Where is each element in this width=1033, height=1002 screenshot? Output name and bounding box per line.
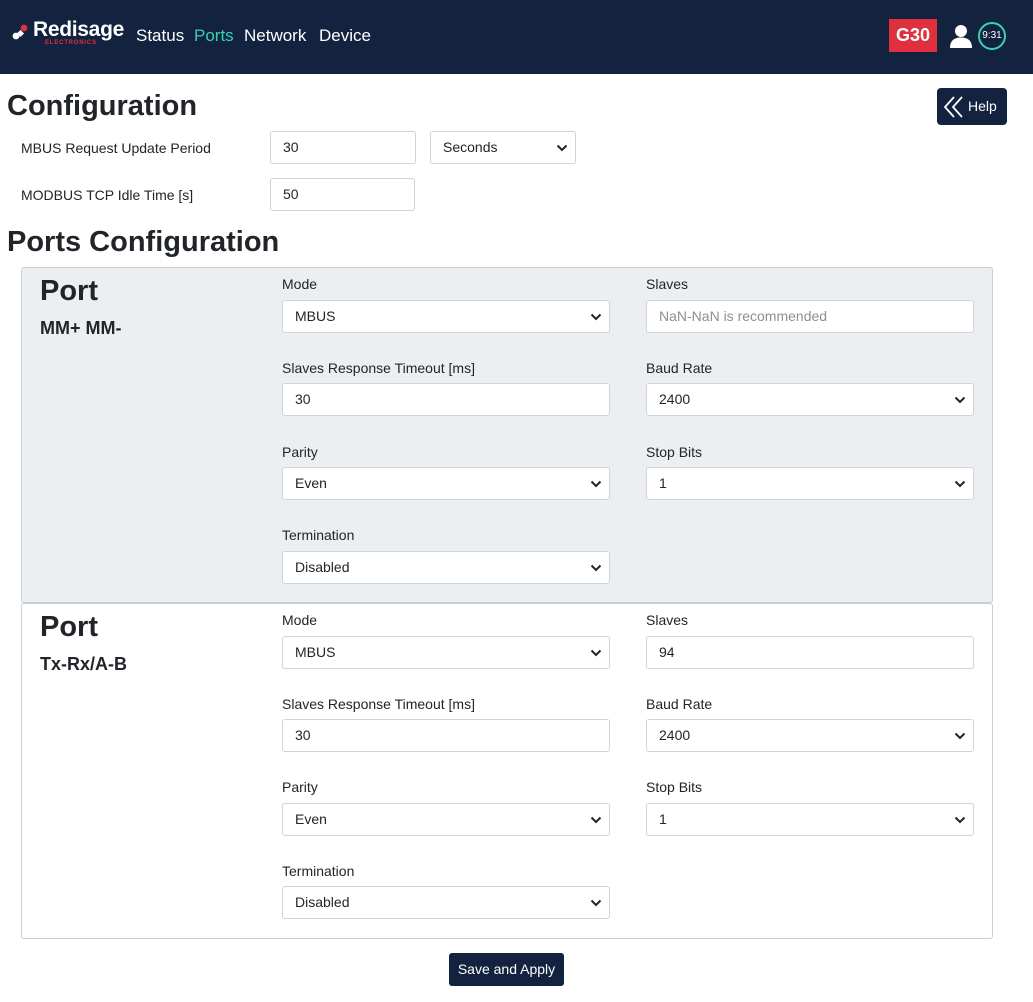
- stop-bits-value: 1: [659, 475, 667, 491]
- stop-bits-value: 1: [659, 811, 667, 827]
- port-title: Port: [40, 611, 98, 643]
- parity-label: Parity: [282, 444, 318, 460]
- termination-label: Termination: [282, 863, 355, 879]
- brand-logo-icon: [12, 24, 28, 40]
- baud-rate-label: Baud Rate: [646, 696, 713, 712]
- chevron-down-icon: [590, 816, 602, 824]
- mbus-period-unit-value: Seconds: [443, 139, 498, 155]
- nav-network[interactable]: Network: [244, 26, 306, 46]
- termination-label: Termination: [282, 527, 355, 543]
- chevron-down-icon: [590, 564, 602, 572]
- mode-label: Mode: [282, 612, 318, 628]
- port-subtitle: Tx-Rx/A-B: [40, 654, 128, 674]
- mbus-period-label: MBUS Request Update Period: [21, 140, 211, 156]
- save-and-apply-button[interactable]: Save and Apply: [449, 953, 564, 986]
- chevron-down-icon: [590, 899, 602, 907]
- mode-label: Mode: [282, 276, 318, 292]
- mode-value: MBUS: [295, 644, 336, 660]
- brand-subtitle: ELECTRONICS: [45, 40, 97, 46]
- parity-select[interactable]: Even: [282, 467, 610, 500]
- clock-badge: 9:31: [978, 22, 1006, 50]
- port-title: Port: [40, 275, 98, 307]
- chevron-down-icon: [590, 313, 602, 321]
- chevron-down-icon: [954, 480, 966, 488]
- termination-select[interactable]: Disabled: [282, 551, 610, 584]
- slaves-input[interactable]: NaN-NaN is recommended: [646, 300, 974, 333]
- top-navbar: Redisage ELECTRONICS Status Ports Networ…: [0, 0, 1033, 74]
- page-title: Configuration: [7, 90, 198, 122]
- chevron-down-icon: [556, 144, 568, 152]
- baud-rate-value: 2400: [659, 727, 691, 743]
- parity-select[interactable]: Even: [282, 803, 610, 836]
- slaves-label: Slaves: [646, 276, 689, 292]
- port-card-1: Port MM+ MM- Mode MBUS Slaves NaN-NaN is…: [21, 267, 993, 603]
- parity-value: Even: [295, 811, 327, 827]
- baud-rate-value: 2400: [659, 391, 691, 407]
- nav-ports[interactable]: Ports: [194, 26, 234, 46]
- stop-bits-label: Stop Bits: [646, 444, 703, 460]
- mode-select[interactable]: MBUS: [282, 636, 610, 669]
- stop-bits-select[interactable]: 1: [646, 467, 974, 500]
- termination-select[interactable]: Disabled: [282, 886, 610, 919]
- nav-device[interactable]: Device: [319, 26, 371, 46]
- nav-status[interactable]: Status: [136, 26, 184, 46]
- port-card-2: Port Tx-Rx/A-B Mode MBUS Slaves 94 Slave…: [21, 603, 993, 939]
- mode-value: MBUS: [295, 308, 336, 324]
- brand-logo[interactable]: Redisage ELECTRONICS: [12, 18, 127, 50]
- baud-rate-label: Baud Rate: [646, 360, 713, 376]
- termination-value: Disabled: [295, 559, 350, 575]
- parity-label: Parity: [282, 779, 318, 795]
- baud-rate-select[interactable]: 2400: [646, 719, 974, 752]
- slaves-input[interactable]: 94: [646, 636, 974, 669]
- help-label: Help: [968, 98, 997, 114]
- stop-bits-label: Stop Bits: [646, 779, 703, 795]
- ports-section-title: Ports Configuration: [7, 226, 280, 258]
- stop-bits-select[interactable]: 1: [646, 803, 974, 836]
- brand-name: Redisage: [33, 18, 124, 41]
- device-model-badge: G30: [889, 19, 937, 52]
- mbus-period-unit-select[interactable]: Seconds: [430, 131, 576, 164]
- help-button[interactable]: Help: [937, 88, 1007, 125]
- mbus-period-input[interactable]: 30: [270, 131, 416, 164]
- chevron-down-icon: [590, 480, 602, 488]
- timeout-input[interactable]: 30: [282, 719, 610, 752]
- timeout-label: Slaves Response Timeout [ms]: [282, 696, 475, 712]
- timeout-input[interactable]: 30: [282, 383, 610, 416]
- chevron-down-icon: [590, 649, 602, 657]
- modbus-idle-label: MODBUS TCP Idle Time [s]: [21, 187, 194, 203]
- chevron-down-icon: [954, 396, 966, 404]
- port-subtitle: MM+ MM-: [40, 318, 122, 338]
- mode-select[interactable]: MBUS: [282, 300, 610, 333]
- user-icon[interactable]: [948, 23, 974, 49]
- modbus-idle-input[interactable]: 50: [270, 178, 415, 211]
- parity-value: Even: [295, 475, 327, 491]
- chevron-down-icon: [954, 732, 966, 740]
- baud-rate-select[interactable]: 2400: [646, 383, 974, 416]
- slaves-label: Slaves: [646, 612, 689, 628]
- double-chevron-left-icon: [943, 96, 963, 118]
- timeout-label: Slaves Response Timeout [ms]: [282, 360, 475, 376]
- chevron-down-icon: [954, 816, 966, 824]
- termination-value: Disabled: [295, 894, 350, 910]
